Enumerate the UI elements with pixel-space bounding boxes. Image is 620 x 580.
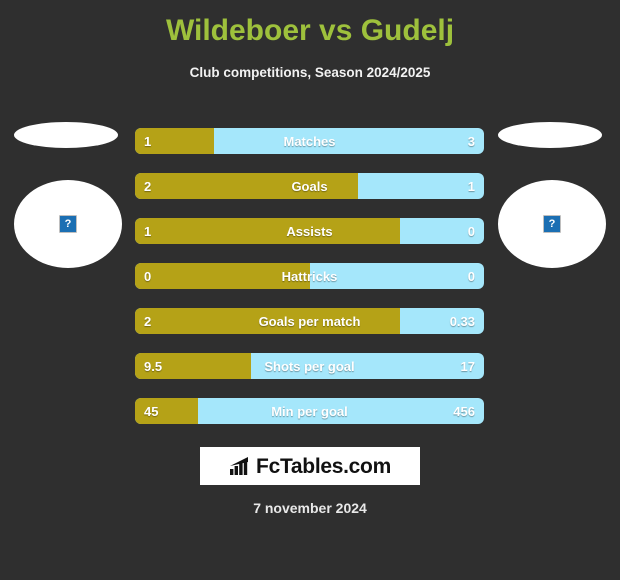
stat-row: 45 Min per goal 456 (135, 398, 484, 424)
stat-row: 1 Assists 0 (135, 218, 484, 244)
broken-image-glyph: ? (548, 217, 556, 230)
fctables-logo-text: FcTables.com (256, 454, 391, 478)
stat-row: 2 Goals per match 0.33 (135, 308, 484, 334)
stat-bar-home-fill (135, 308, 401, 334)
stat-bar-home-fill (135, 218, 401, 244)
stat-row: 2 Goals 1 (135, 173, 484, 199)
stat-value-home: 45 (144, 403, 159, 419)
stat-value-away: 1 (467, 178, 475, 194)
page-title: Wildeboer vs Gudelj (165, 14, 455, 47)
stat-row: 1 Matches 3 (135, 128, 484, 154)
stat-comparison-page: Wildeboer vs Gudelj Club competitions, S… (0, 0, 620, 580)
stat-bar-home-fill (135, 173, 359, 199)
stat-value-away: 17 (460, 358, 475, 374)
player-left-media: ? (8, 118, 128, 278)
player-left-flag (14, 122, 118, 148)
stat-row: 0 Hattricks 0 (135, 263, 484, 289)
player-left-photo: ? (14, 180, 122, 268)
stat-value-away: 3 (467, 133, 475, 149)
fctables-logo[interactable]: FcTables.com (200, 447, 420, 485)
stat-value-home: 1 (144, 133, 152, 149)
stat-value-home: 1 (144, 223, 152, 239)
player-right-media: ? (492, 118, 612, 278)
broken-image-glyph: ? (64, 217, 72, 230)
stat-value-home: 0 (144, 268, 152, 284)
broken-image-icon: ? (59, 215, 77, 233)
bar-chart-icon (230, 457, 249, 475)
stat-value-away: 456 (453, 403, 475, 419)
broken-image-icon: ? (543, 215, 561, 233)
stat-bar-list: 1 Matches 3 2 Goals 1 1 Assists 0 0 Hatt… (135, 128, 484, 443)
stat-value-home: 2 (144, 313, 152, 329)
player-right-photo: ? (498, 180, 606, 268)
stat-value-home: 9.5 (144, 358, 163, 374)
stat-value-away: 0 (467, 268, 475, 284)
stat-value-away: 0.33 (449, 313, 475, 329)
player-right-flag (498, 122, 602, 148)
header: Wildeboer vs Gudelj Club competitions, S… (0, 0, 620, 82)
stat-value-away: 0 (467, 223, 475, 239)
stat-bar-home-fill (135, 263, 310, 289)
stat-value-home: 2 (144, 178, 152, 194)
page-subtitle: Club competitions, Season 2024/2025 (189, 65, 431, 80)
stat-row: 9.5 Shots per goal 17 (135, 353, 484, 379)
date-label: 7 november 2024 (253, 500, 367, 516)
